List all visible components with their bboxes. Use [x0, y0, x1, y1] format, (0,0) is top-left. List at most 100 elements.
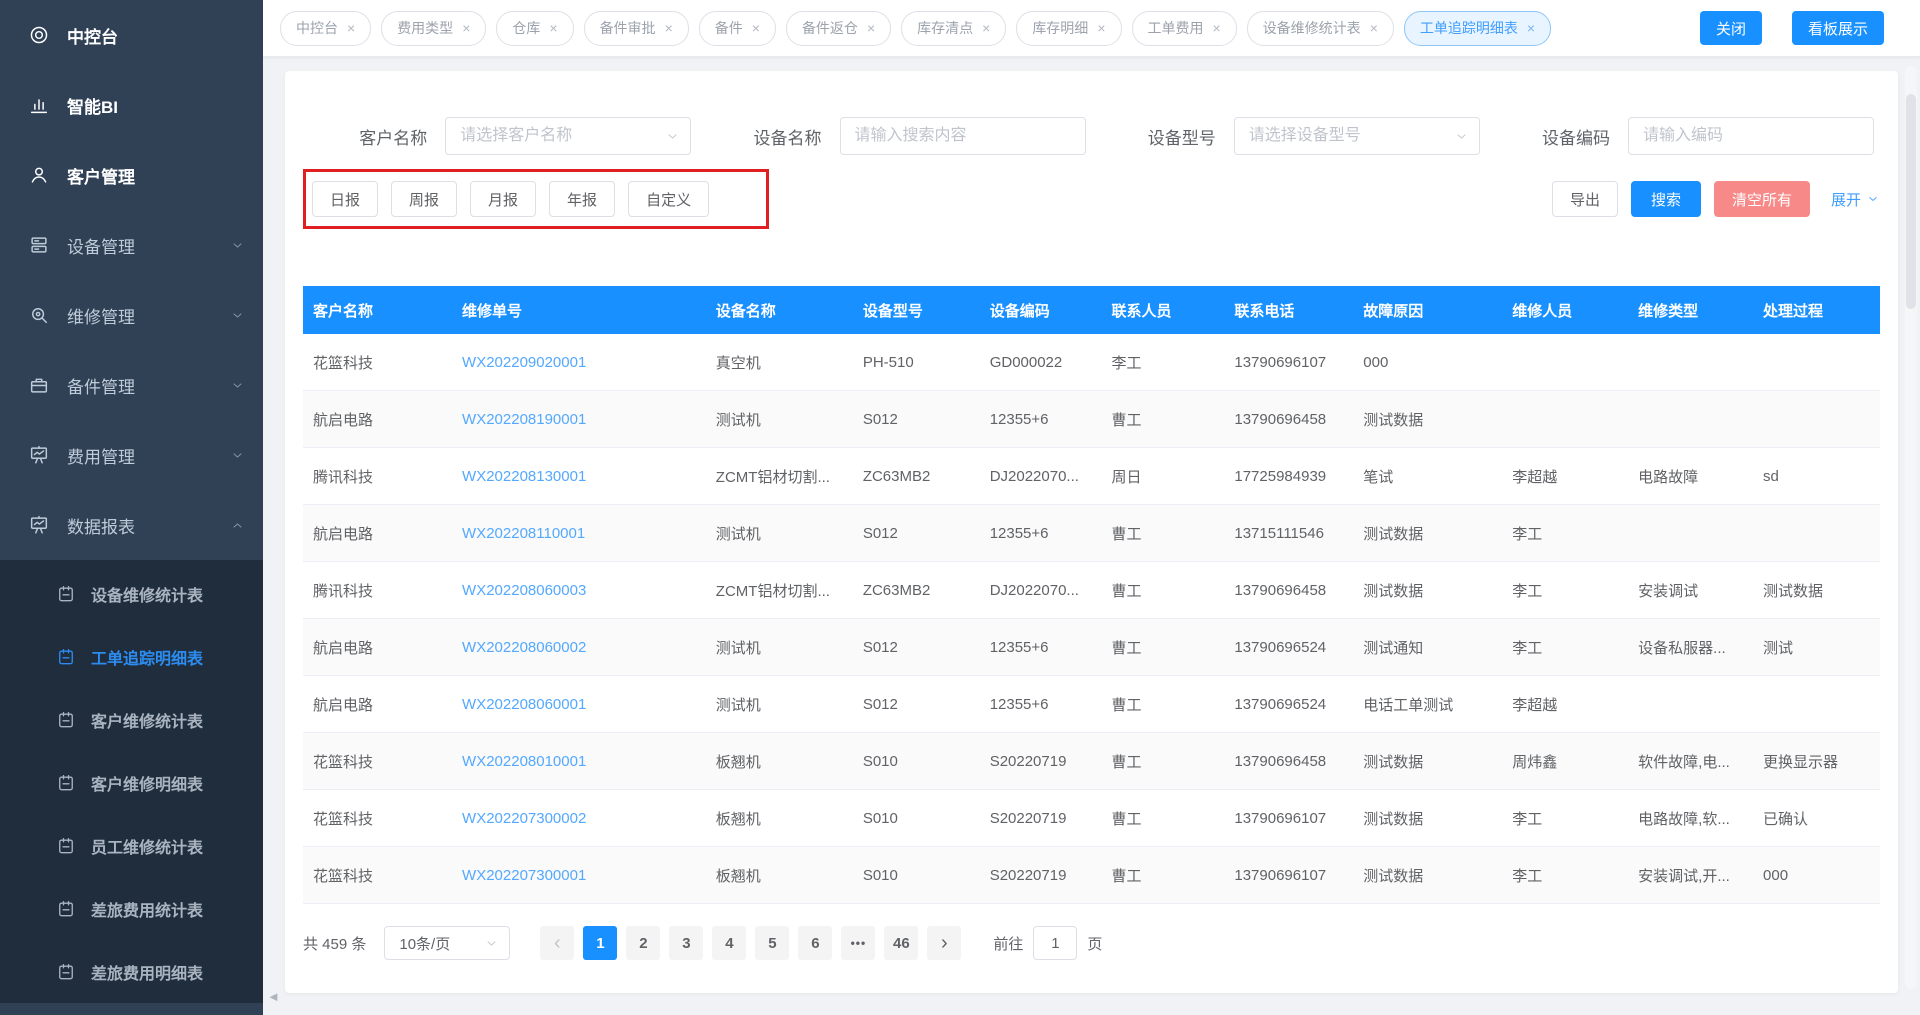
report-tab-4[interactable]: 年报 [549, 181, 615, 217]
report-tab-1[interactable]: 日报 [312, 181, 378, 217]
order-number-link[interactable]: WX202208190001 [462, 411, 586, 428]
sidebar-subitem-6[interactable]: 差旅费用统计表 [0, 877, 263, 940]
filter-group-1: 客户名称 [303, 117, 697, 155]
tab-10[interactable]: 设备维修统计表× [1247, 11, 1394, 46]
search-button[interactable]: 搜索 [1631, 181, 1701, 217]
filter-field[interactable] [840, 117, 1086, 155]
page-button-46[interactable]: 46 [884, 926, 918, 960]
close-tab-icon[interactable]: × [1527, 21, 1535, 35]
report-tab-5[interactable]: 自定义 [628, 181, 709, 217]
filter-field[interactable] [445, 117, 691, 155]
sidebar-item-7[interactable]: 费用管理 [0, 420, 263, 490]
next-page-button[interactable]: › [927, 926, 961, 960]
table-cell: WX202208190001 [452, 391, 706, 448]
sidebar-item-label: 客户管理 [67, 163, 135, 188]
tab-9[interactable]: 工单费用× [1132, 11, 1237, 46]
page-button-3[interactable]: 3 [669, 926, 703, 960]
sidebar-item-4[interactable]: 设备管理 [0, 210, 263, 280]
sidebar-subitem-2[interactable]: 工单追踪明细表 [0, 625, 263, 688]
order-number-link[interactable]: WX202208010001 [462, 753, 586, 770]
tab-6[interactable]: 备件返仓× [786, 11, 891, 46]
clear-all-button[interactable]: 清空所有 [1714, 181, 1810, 217]
filter-field[interactable] [1234, 117, 1480, 155]
filter-select-3[interactable] [1234, 117, 1480, 155]
page-button-4[interactable]: 4 [712, 926, 746, 960]
tab-11[interactable]: 工单追踪明细表× [1404, 11, 1551, 46]
board-display-button[interactable]: 看板展示 [1792, 11, 1884, 45]
page-button-1[interactable]: 1 [583, 926, 617, 960]
page-button-5[interactable]: 5 [755, 926, 789, 960]
sidebar-subitem-7[interactable]: 差旅费用明细表 [0, 940, 263, 1003]
filter-input-2[interactable] [840, 117, 1086, 155]
scrollbar-thumb[interactable] [1906, 94, 1916, 309]
close-tab-icon[interactable]: × [347, 21, 355, 35]
order-number-link[interactable]: WX202208130001 [462, 468, 586, 485]
collapse-left-icon[interactable]: ◄ [267, 990, 280, 1003]
table-cell: WX202207300001 [452, 847, 706, 904]
tab-1[interactable]: 中控台× [280, 11, 371, 46]
filter-input-4[interactable] [1628, 117, 1874, 155]
table-cell: DJ2022070... [980, 562, 1102, 619]
order-number-link[interactable]: WX202207300001 [462, 867, 586, 884]
prev-page-button[interactable]: ‹ [540, 926, 574, 960]
tab-8[interactable]: 库存明细× [1016, 11, 1121, 46]
column-header: 故障原因 [1353, 286, 1502, 334]
tab-5[interactable]: 备件× [699, 11, 776, 46]
close-tab-icon[interactable]: × [462, 21, 470, 35]
order-number-link[interactable]: WX202208060001 [462, 696, 586, 713]
close-tab-icon[interactable]: × [982, 21, 990, 35]
sidebar-subitem-3[interactable]: 客户维修统计表 [0, 688, 263, 751]
chevron-down-icon [230, 448, 245, 463]
order-number-link[interactable]: WX202208110001 [462, 525, 585, 542]
close-tab-icon[interactable]: × [665, 21, 673, 35]
tab-label: 费用类型 [397, 18, 453, 38]
filter-field[interactable] [1628, 117, 1874, 155]
tab-7[interactable]: 库存清点× [901, 11, 1006, 46]
sidebar-item-1[interactable]: 中控台 [0, 0, 263, 70]
order-number-link[interactable]: WX202208060002 [462, 639, 586, 656]
report-tab-2[interactable]: 周报 [391, 181, 457, 217]
sidebar-item-5[interactable]: 维修管理 [0, 280, 263, 350]
table-cell: 测试通知 [1353, 619, 1502, 676]
column-header: 设备编码 [980, 286, 1102, 334]
page-size-value[interactable] [384, 926, 510, 960]
expand-link[interactable]: 展开 [1831, 189, 1880, 210]
sidebar-item-8[interactable]: 数据报表 [0, 490, 263, 560]
sidebar-subitem-1[interactable]: 设备维修统计表 [0, 562, 263, 625]
close-tab-icon[interactable]: × [752, 21, 760, 35]
tab-2[interactable]: 费用类型 × [381, 11, 486, 46]
goto-page: 前往 页 [993, 926, 1102, 960]
filter-select-1[interactable] [445, 117, 691, 155]
order-number-link[interactable]: WX202209020001 [462, 354, 586, 371]
close-tab-icon[interactable]: × [1097, 21, 1105, 35]
page-button-2[interactable]: 2 [626, 926, 660, 960]
vertical-scrollbar[interactable] [1905, 66, 1917, 989]
order-number-link[interactable]: WX202208060003 [462, 582, 586, 599]
table-cell: S012 [853, 619, 980, 676]
close-button[interactable]: 关闭 [1700, 11, 1762, 45]
goto-page-input[interactable] [1033, 926, 1077, 960]
page-button-6[interactable]: 6 [798, 926, 832, 960]
sidebar-subitem-5[interactable]: 员工维修统计表 [0, 814, 263, 877]
table-cell: ZCMT铝材切割... [706, 562, 853, 619]
close-tab-icon[interactable]: × [1370, 21, 1378, 35]
order-number-link[interactable]: WX202207300002 [462, 810, 586, 827]
toolbar-actions: 导出 搜索 清空所有 展开 [1552, 181, 1880, 217]
table-cell: 航启电路 [303, 619, 452, 676]
sidebar-item-label: 智能BI [67, 93, 118, 118]
table-cell: 花篮科技 [303, 733, 452, 790]
table-cell [1502, 334, 1628, 391]
report-tab-3[interactable]: 月报 [470, 181, 536, 217]
close-tab-icon[interactable]: × [549, 21, 557, 35]
page-size-select[interactable] [384, 926, 510, 960]
sidebar-item-3[interactable]: 客户管理 [0, 140, 263, 210]
sidebar-item-2[interactable]: 智能BI [0, 70, 263, 140]
close-tab-icon[interactable]: × [1213, 21, 1221, 35]
export-button[interactable]: 导出 [1552, 181, 1618, 217]
sidebar-subitem-label: 客户维修统计表 [91, 708, 203, 732]
close-tab-icon[interactable]: × [867, 21, 875, 35]
sidebar-subitem-4[interactable]: 客户维修明细表 [0, 751, 263, 814]
tab-3[interactable]: 仓库× [496, 11, 573, 46]
tab-4[interactable]: 备件审批× [584, 11, 689, 46]
sidebar-item-6[interactable]: 备件管理 [0, 350, 263, 420]
